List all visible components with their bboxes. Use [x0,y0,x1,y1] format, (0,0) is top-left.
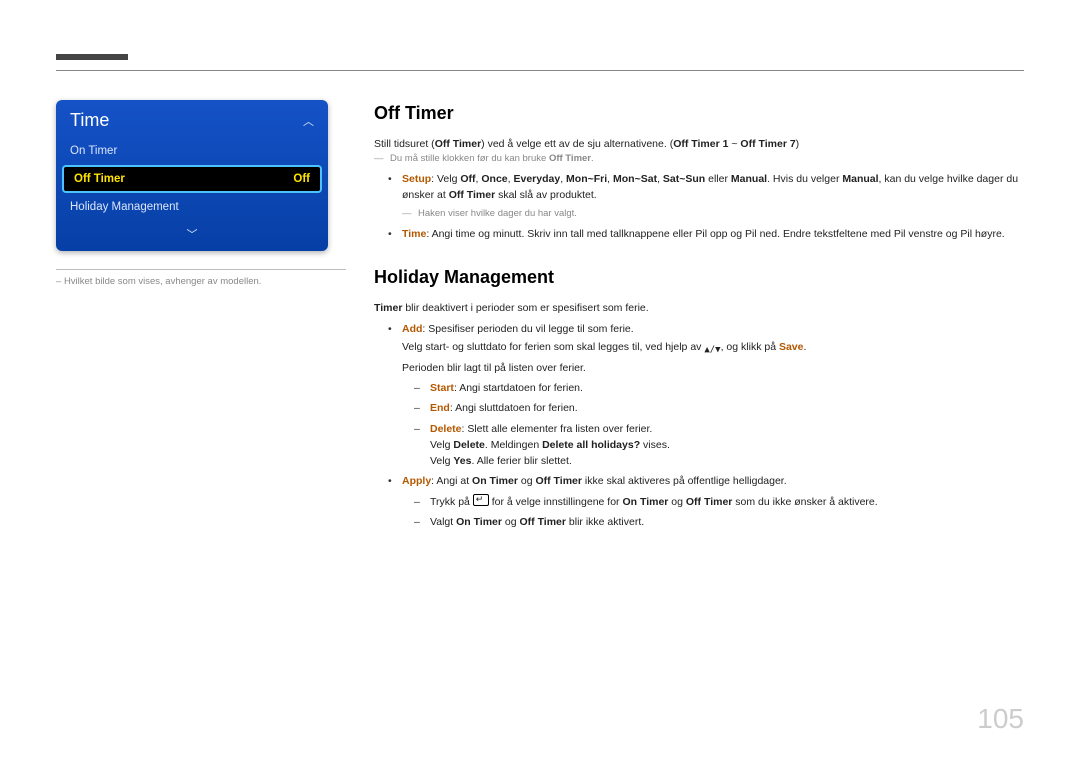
header-rule [56,70,1024,71]
page-number: 105 [977,703,1024,735]
menu-item-off-timer[interactable]: Off Timer Off [62,165,322,193]
header-tab-marker [56,54,128,60]
menu-title: Time [70,110,109,131]
caption-text: Hvilket bilde som vises, avhenger av mod… [64,276,261,287]
dash-end: End: Angi sluttdatoen for ferien. [430,400,1024,416]
dash-delete: Delete: Slett alle elementer fra listen … [430,421,1024,470]
note-set-clock: Du må stille klokken før du kan bruke Of… [374,152,1024,167]
chevron-up-icon[interactable]: ︿ [303,113,314,129]
menu-title-row: Time ︿ [56,100,328,137]
bullet-setup: Setup: Velg Off, Once, Everyday, Mon~Fri… [402,171,1024,222]
menu-item-value: Off [293,173,310,185]
off-timer-intro: Still tidsuret (Off Timer) ved å velge e… [374,136,1024,152]
dash-apply-press: Trykk på for å velge innstillingene for … [430,494,1024,510]
menu-item-label: Off Timer [74,173,125,185]
bullet-time: Time: Angi time og minutt. Skriv inn tal… [402,226,1024,242]
menu-item-on-timer[interactable]: On Timer [56,137,328,165]
bullet-apply: Apply: Angi at On Timer og Off Timer ikk… [402,473,1024,530]
heading-holiday-management: Holiday Management [374,264,1024,292]
heading-off-timer: Off Timer [374,100,1024,128]
bullet-add: Add: Spesifiser perioden du vil legge ti… [402,321,1024,470]
holiday-intro: Timer blir deaktivert i perioder som er … [374,300,1024,316]
dash-apply-selected: Valgt On Timer og Off Timer blir ikke ak… [430,514,1024,530]
sidebar-rule [56,269,346,270]
chevron-down-icon[interactable]: ﹀ [187,229,198,241]
up-down-arrows-icon: ▲/▼ [704,344,720,358]
enter-button-icon [473,494,489,506]
osd-menu: Time ︿ On Timer Off Timer Off Holiday Ma… [56,100,328,251]
note-checkmark: Haken viser hvilke dager du har valgt. [402,207,1024,222]
image-caption: – Hvilket bilde som vises, avhenger av m… [56,276,346,287]
dash-start: Start: Angi startdatoen for ferien. [430,380,1024,396]
menu-item-holiday-management[interactable]: Holiday Management [56,193,328,221]
